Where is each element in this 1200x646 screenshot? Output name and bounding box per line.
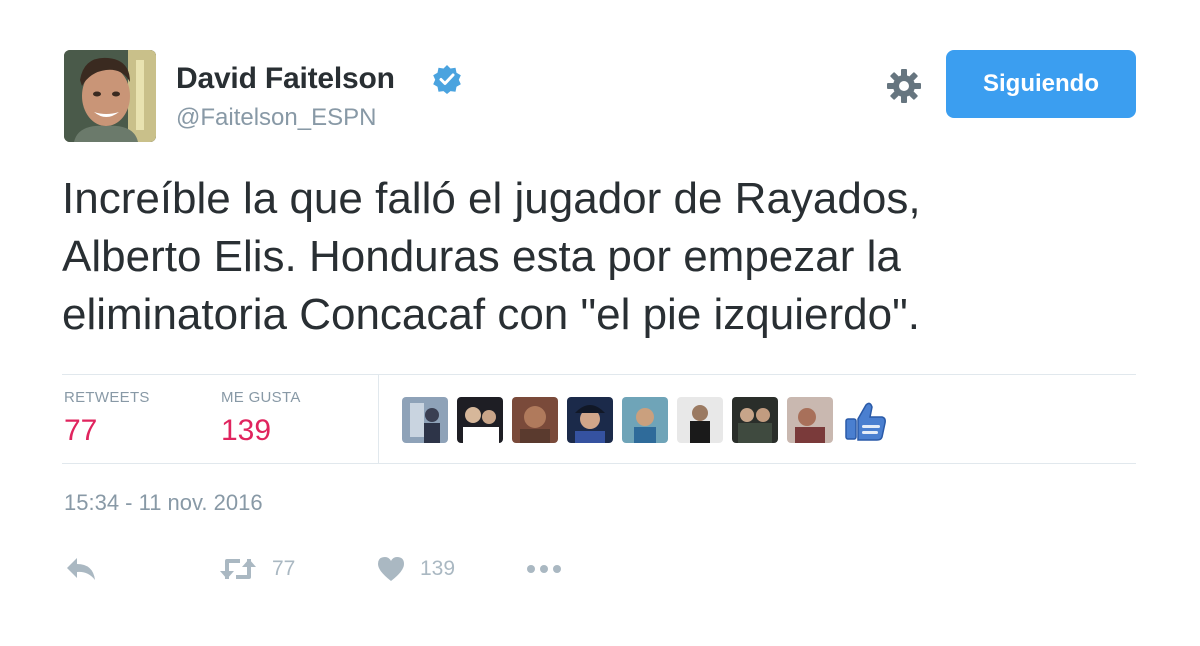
tweet-card: David Faitelson @Faitelson_ESPN Siguiend… — [0, 0, 1200, 646]
more-dots-icon — [527, 565, 561, 573]
thumbs-up-icon — [845, 402, 886, 441]
tweet-text-line: Increíble la que falló el jugador de Ray… — [62, 174, 921, 223]
like-count: 139 — [420, 557, 456, 580]
tweet-text-line: Alberto Elis. Honduras esta por empezar … — [62, 232, 901, 281]
heart-icon — [378, 557, 404, 581]
divider — [378, 374, 379, 463]
reply-icon — [67, 558, 95, 580]
divider — [62, 374, 1136, 375]
liker-facepile — [402, 397, 888, 443]
liker-avatar[interactable] — [787, 397, 833, 443]
verified-badge-icon — [433, 65, 461, 94]
divider — [62, 463, 1136, 464]
author-handle[interactable]: @Faitelson_ESPN — [176, 104, 376, 132]
likes-label[interactable]: ME GUSTA — [221, 389, 301, 406]
tweet-text-line: eliminatoria Concacaf con "el pie izquie… — [62, 290, 920, 339]
liker-avatar[interactable] — [567, 397, 613, 443]
liker-avatar[interactable] — [457, 397, 503, 443]
retweet-button[interactable]: 77 — [218, 552, 295, 586]
reply-button[interactable] — [64, 552, 98, 586]
retweet-icon — [220, 559, 256, 579]
retweets-count[interactable]: 77 — [64, 414, 97, 448]
liker-avatar[interactable] — [732, 397, 778, 443]
like-button[interactable]: 139 — [376, 552, 455, 586]
retweets-label[interactable]: RETWEETS — [64, 389, 150, 406]
liker-avatar[interactable] — [677, 397, 723, 443]
liker-avatar[interactable] — [512, 397, 558, 443]
retweet-count: 77 — [272, 557, 296, 580]
author-name[interactable]: David Faitelson — [176, 62, 395, 96]
tweet-text: Increíble la que falló el jugador de Ray… — [62, 170, 1142, 344]
liker-avatar[interactable] — [402, 397, 448, 443]
following-button[interactable]: Siguiendo — [946, 50, 1136, 118]
tweet-timestamp[interactable]: 15:34 - 11 nov. 2016 — [64, 490, 263, 516]
more-button[interactable] — [524, 552, 564, 586]
gear-icon[interactable] — [884, 66, 924, 106]
liker-avatar[interactable] — [622, 397, 668, 443]
author-avatar[interactable] — [64, 50, 156, 142]
likes-count[interactable]: 139 — [221, 414, 271, 448]
